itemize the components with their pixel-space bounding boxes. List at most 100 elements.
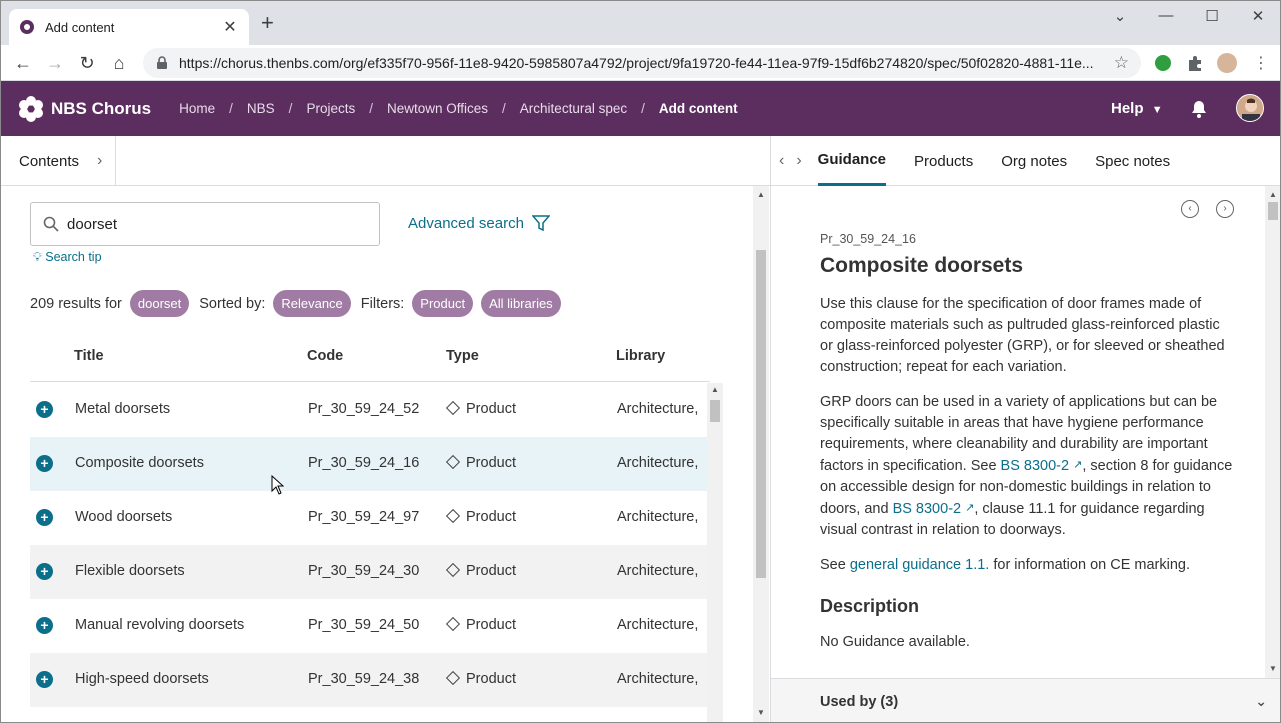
add-circle-icon[interactable]: + — [36, 671, 53, 688]
back-icon[interactable]: ← — [11, 51, 35, 75]
advanced-search-link[interactable]: Advanced search — [408, 214, 550, 232]
guidance-text: for information on CE marking. — [989, 557, 1190, 573]
table-row[interactable]: + Manual revolving doorsets Pr_30_59_24_… — [30, 599, 707, 653]
scroll-up-icon[interactable]: ▲ — [1265, 190, 1280, 199]
bell-icon[interactable] — [1189, 99, 1209, 119]
filter-pill-product[interactable]: Product — [412, 290, 474, 317]
nbs-logo[interactable]: NBS Chorus — [17, 95, 151, 123]
minimize-icon[interactable]: — — [1151, 7, 1181, 24]
lock-icon — [157, 56, 167, 69]
next-clause-icon[interactable]: › — [1216, 200, 1234, 218]
previous-clause-icon[interactable]: ‹ — [1181, 200, 1199, 218]
close-tab-icon[interactable]: ✕ — [221, 17, 239, 37]
address-bar[interactable]: https://chorus.thenbs.com/org/ef335f70-9… — [143, 48, 1141, 78]
search-results-pane: doorset Advanced search 💡︎ Search tip 20… — [1, 186, 769, 722]
row-code: Pr_30_59_24_97 — [308, 509, 420, 525]
filters-label: Filters: — [360, 295, 405, 312]
guidance-paragraph: See general guidance 1.1. for informatio… — [820, 555, 1235, 576]
product-diamond-icon — [445, 400, 461, 416]
breadcrumb-spec[interactable]: Architectural spec — [520, 101, 627, 116]
pane-scrollbar[interactable]: ▲ ▼ — [753, 186, 769, 722]
product-diamond-icon — [445, 454, 461, 470]
table-row[interactable]: + Composite doorsets Pr_30_59_24_16 Prod… — [30, 437, 707, 491]
row-type-label: Product — [466, 617, 516, 633]
column-type[interactable]: Type — [446, 348, 479, 364]
table-row[interactable]: + Metal doorsets Pr_30_59_24_52 Product … — [30, 383, 707, 437]
scroll-up-icon[interactable]: ▲ — [707, 385, 723, 394]
add-circle-icon[interactable]: + — [36, 617, 53, 634]
row-type: Product — [445, 508, 516, 525]
row-type: Product — [445, 454, 516, 471]
general-guidance-link[interactable]: general guidance 1.1. — [850, 557, 989, 573]
column-code[interactable]: Code — [307, 348, 343, 364]
tab-spec-notes[interactable]: Spec notes — [1095, 136, 1170, 186]
pane-scrollbar-thumb[interactable] — [756, 250, 766, 578]
table-row[interactable]: + High-speed doorsets Pr_30_59_24_38 Pro… — [30, 653, 707, 707]
tab-org-notes[interactable]: Org notes — [1001, 136, 1067, 186]
column-title[interactable]: Title — [74, 348, 104, 364]
user-avatar[interactable] — [1236, 94, 1264, 122]
chevron-right-icon[interactable]: › — [796, 152, 801, 170]
add-circle-icon[interactable]: + — [36, 509, 53, 526]
query-pill[interactable]: doorset — [129, 290, 190, 317]
help-menu-button[interactable]: Help ▼ — [1111, 100, 1163, 117]
extensions-puzzle-icon[interactable] — [1185, 53, 1205, 73]
guidance-scrollbar-thumb[interactable] — [1268, 202, 1278, 220]
search-tip-link[interactable]: 💡︎ Search tip — [33, 250, 102, 265]
contents-toggle-button[interactable]: Contents › — [1, 136, 116, 186]
add-circle-icon[interactable]: + — [36, 401, 53, 418]
row-code: Pr_30_59_24_30 — [308, 563, 420, 579]
forward-icon[interactable]: → — [43, 51, 67, 75]
chevron-left-icon[interactable]: ‹ — [779, 152, 784, 170]
reload-icon[interactable]: ↻ — [75, 51, 99, 75]
extension-green-icon[interactable] — [1153, 53, 1173, 73]
url-text: https://chorus.thenbs.com/org/ef335f70-9… — [179, 55, 1094, 71]
app-name: NBS Chorus — [51, 98, 152, 118]
row-type-label: Product — [466, 455, 516, 471]
results-table-body: + Metal doorsets Pr_30_59_24_52 Product … — [30, 383, 707, 722]
breadcrumb-project[interactable]: Newtown Offices — [387, 101, 488, 116]
browser-menu-icon[interactable]: ⋮ — [1251, 53, 1271, 73]
used-by-accordion[interactable]: Used by (3) ⌄ — [771, 678, 1280, 722]
breadcrumb-projects[interactable]: Projects — [306, 101, 355, 116]
search-input[interactable]: doorset — [30, 202, 380, 246]
profile-avatar[interactable] — [1217, 53, 1237, 73]
maximize-icon[interactable]: ☐ — [1197, 7, 1227, 25]
row-title: Composite doorsets — [75, 455, 204, 471]
new-tab-icon[interactable]: + — [261, 12, 274, 34]
caret-down-icon: ▼ — [1151, 104, 1163, 116]
product-diamond-icon — [445, 508, 461, 524]
scroll-down-icon[interactable]: ▼ — [1265, 664, 1280, 673]
bs8300-link[interactable]: BS 8300-2 ↗ — [1001, 458, 1083, 474]
breadcrumb-nbs[interactable]: NBS — [247, 101, 275, 116]
guidance-scrollbar[interactable]: ▲ ▼ — [1265, 186, 1280, 678]
add-circle-icon[interactable]: + — [36, 455, 53, 472]
table-scrollbar-thumb[interactable] — [710, 400, 720, 422]
close-window-icon[interactable]: ✕ — [1243, 7, 1273, 25]
table-scrollbar[interactable]: ▲ — [707, 383, 723, 722]
sort-pill[interactable]: Relevance — [273, 290, 351, 317]
table-row[interactable]: + Wood doorsets Pr_30_59_24_97 Product A… — [30, 491, 707, 545]
bs8300-link[interactable]: BS 8300-2 ↗ — [893, 501, 975, 517]
tab-guidance[interactable]: Guidance — [817, 136, 887, 186]
row-type: Product — [445, 670, 516, 687]
tab-title: Add content — [45, 19, 115, 35]
row-title: High-speed doorsets — [75, 671, 209, 687]
breadcrumb-separator: / — [288, 101, 293, 116]
chevron-right-icon: › — [97, 152, 103, 169]
column-library[interactable]: Library — [616, 348, 665, 364]
scroll-up-icon[interactable]: ▲ — [753, 190, 769, 199]
home-icon[interactable]: ⌂ — [107, 51, 131, 75]
breadcrumb-home[interactable]: Home — [179, 101, 215, 116]
scroll-down-icon[interactable]: ▼ — [753, 708, 769, 717]
browser-tab[interactable]: Add content ✕ — [9, 9, 249, 45]
tab-search-icon[interactable]: ⌄ — [1105, 7, 1135, 25]
description-text: No Guidance available. — [820, 634, 970, 650]
tab-products[interactable]: Products — [914, 136, 973, 186]
add-circle-icon[interactable]: + — [36, 563, 53, 580]
bookmark-star-icon[interactable]: ☆ — [1114, 53, 1129, 73]
table-row[interactable]: + Flexible doorsets Pr_30_59_24_30 Produ… — [30, 545, 707, 599]
filter-pill-libraries[interactable]: All libraries — [481, 290, 561, 317]
user-photo-icon — [1237, 95, 1263, 121]
nbs-favicon-icon — [20, 20, 34, 34]
